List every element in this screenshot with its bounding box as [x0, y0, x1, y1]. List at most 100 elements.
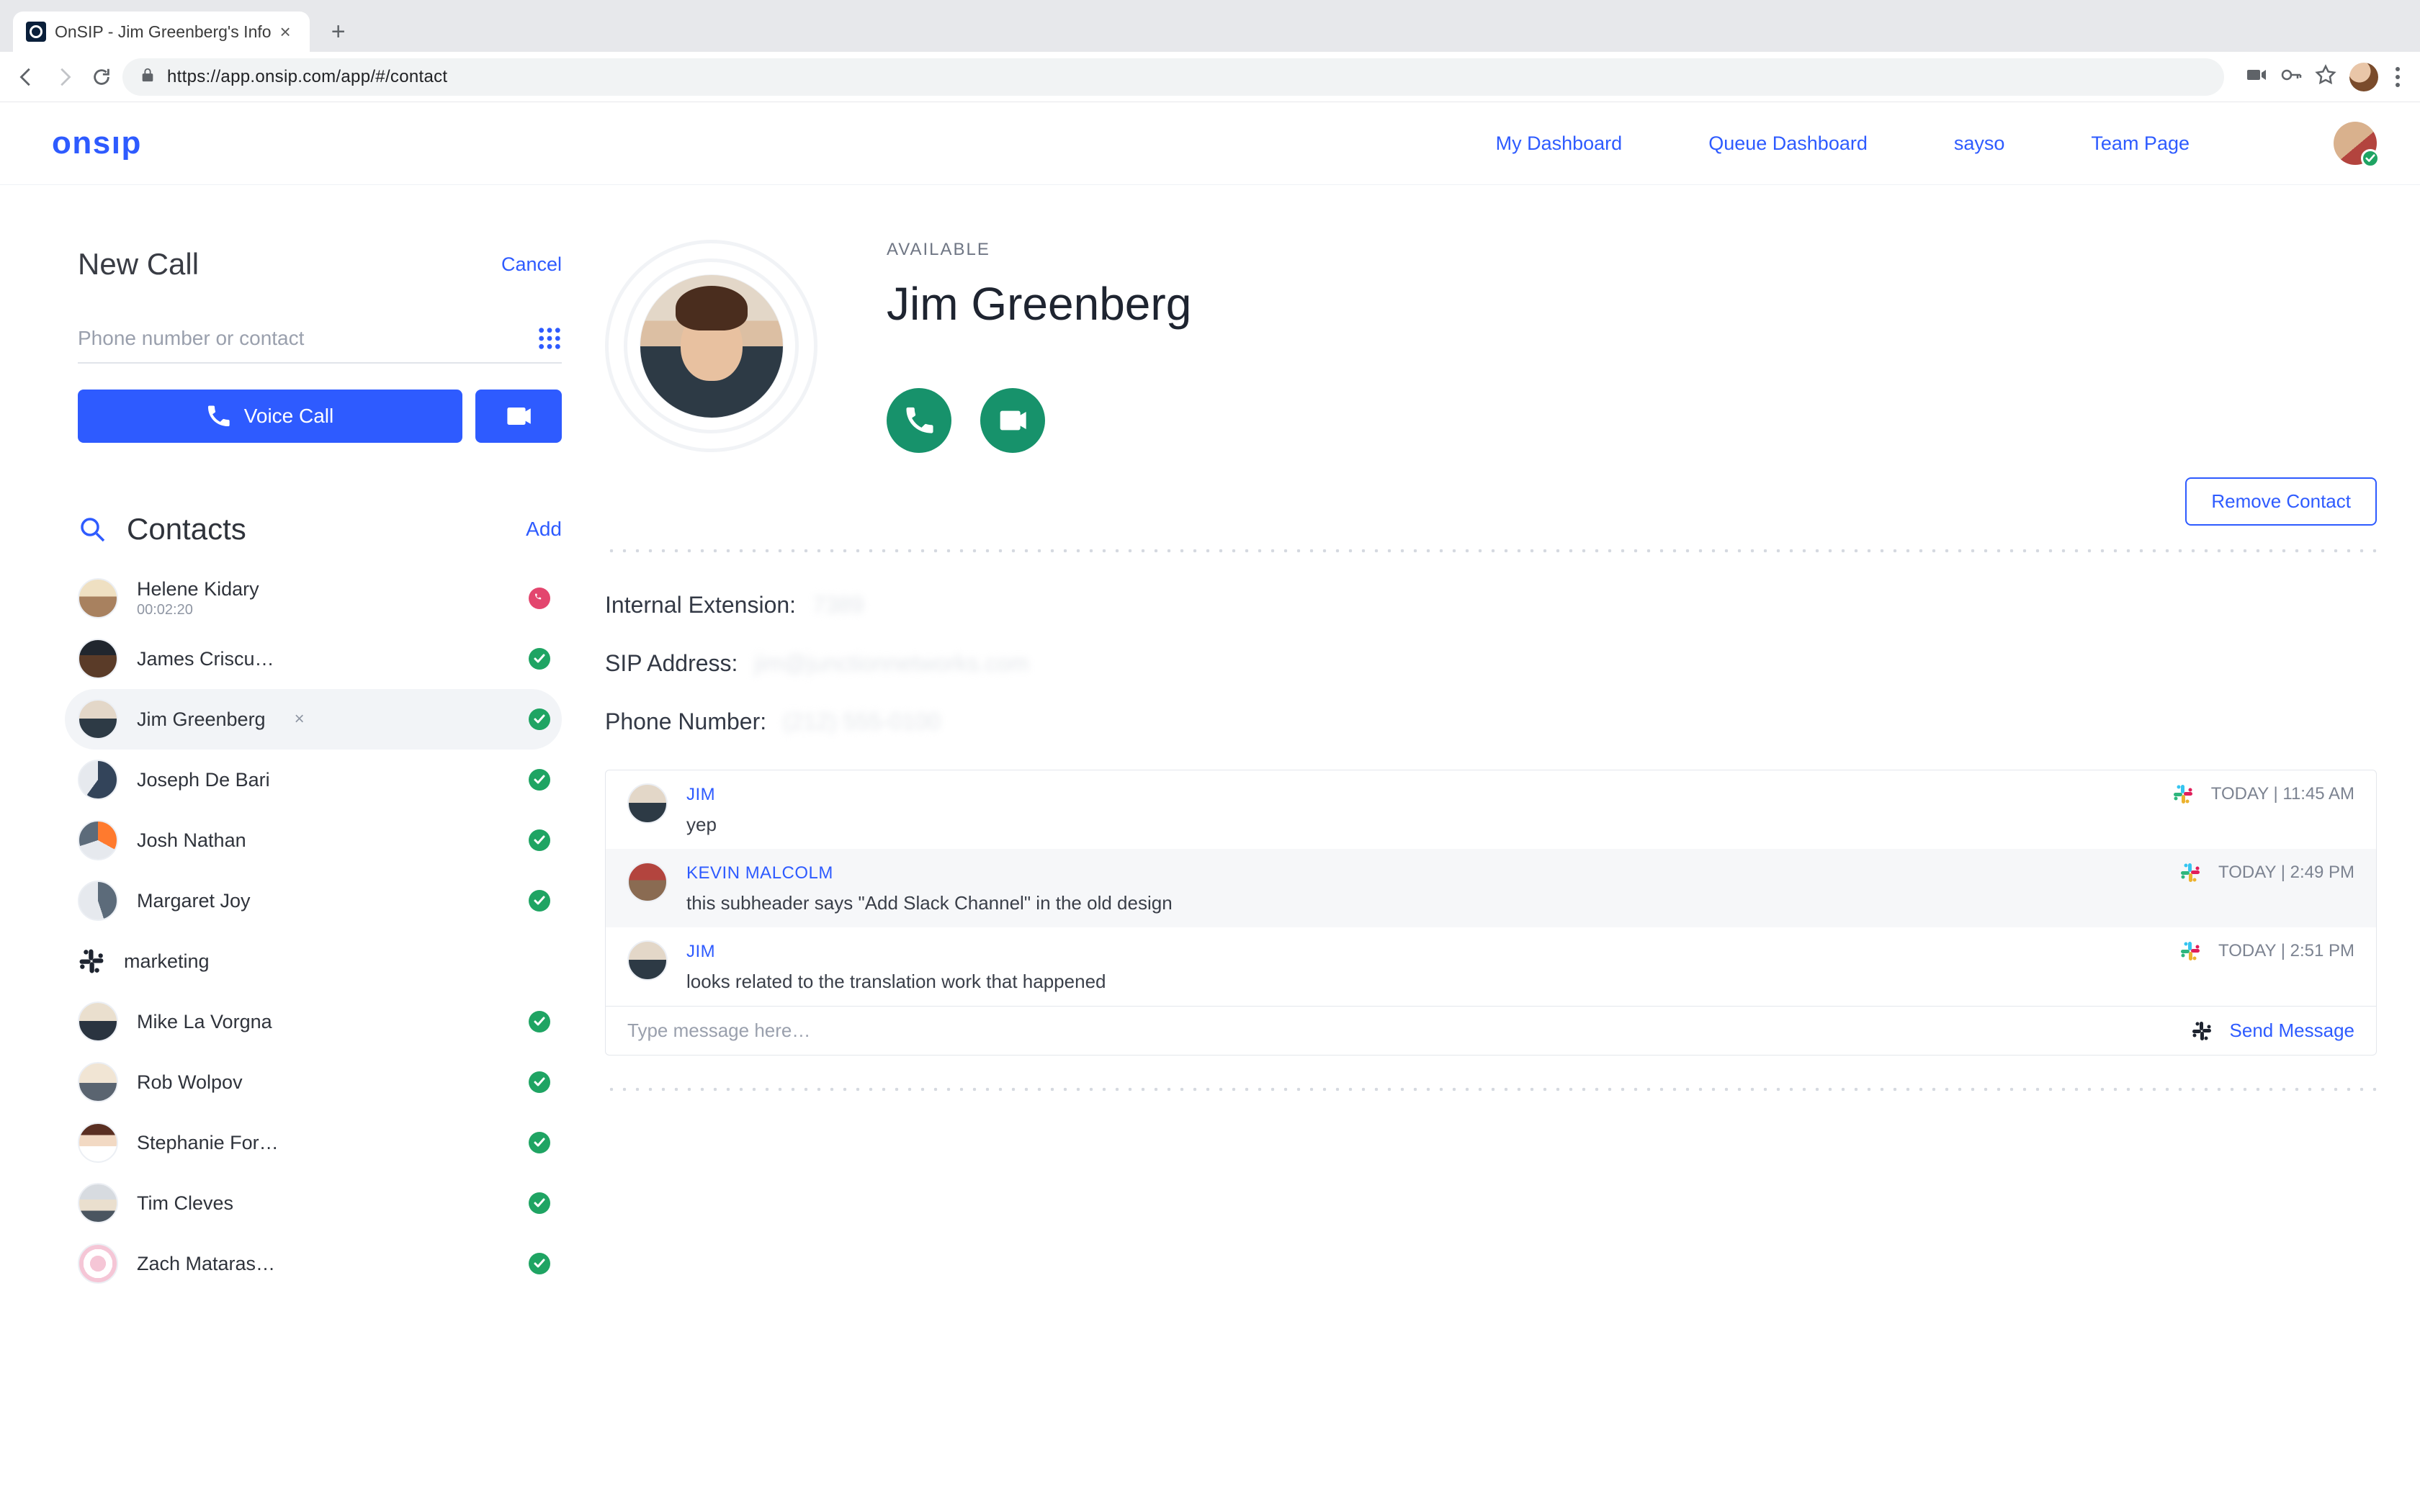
bookmark-star-icon[interactable]: [2315, 64, 2336, 89]
contact-row[interactable]: James Criscu…: [78, 629, 562, 689]
internal-extension-value: 7389: [812, 592, 864, 618]
url-text: https://app.onsip.com/app/#/contact: [167, 67, 447, 87]
contact-avatar: [78, 1122, 118, 1163]
remove-contact-button[interactable]: Remove Contact: [2185, 477, 2377, 526]
new-call-cancel[interactable]: Cancel: [501, 253, 562, 276]
contact-name: Rob Wolpov: [137, 1071, 243, 1094]
camera-icon[interactable]: [2246, 64, 2267, 89]
presence-icon: [529, 1132, 550, 1153]
profile-avatar: [640, 274, 784, 418]
contact-name: Helene Kidary: [137, 578, 259, 600]
message-text: this subheader says "Add Slack Channel" …: [686, 892, 2161, 914]
voice-call-label: Voice Call: [244, 405, 334, 428]
presence-icon: [529, 769, 550, 791]
contact-row[interactable]: Jim Greenberg ×: [65, 689, 562, 750]
presence-icon: [529, 1192, 550, 1214]
contact-row[interactable]: Rob Wolpov: [78, 1052, 562, 1112]
profile-video-button[interactable]: [980, 388, 1045, 453]
chrome-profile-avatar[interactable]: [2349, 63, 2378, 91]
phone-contact-input[interactable]: [78, 327, 465, 350]
video-call-button[interactable]: [475, 390, 562, 443]
nav-forward-button[interactable]: [48, 60, 81, 94]
message-time: TODAY | 11:45 AM: [2211, 784, 2354, 804]
nav-reload-button[interactable]: [85, 60, 118, 94]
availability-label: AVAILABLE: [887, 240, 2377, 260]
profile-avatar-ring: [605, 240, 817, 452]
contacts-add-button[interactable]: Add: [526, 518, 562, 541]
new-tab-button[interactable]: +: [321, 14, 356, 49]
slack-icon[interactable]: [2191, 1020, 2213, 1042]
presence-icon: [529, 708, 550, 730]
current-user-avatar[interactable]: [2334, 122, 2377, 165]
slack-icon: [2179, 862, 2201, 883]
sip-address-value: jim@junctionnetworks.com: [754, 650, 1028, 676]
lock-icon: [140, 67, 156, 87]
new-call-title: New Call: [78, 247, 199, 282]
slack-icon: [2179, 940, 2201, 962]
video-icon: [998, 406, 1027, 435]
contact-row[interactable]: Joseph De Bari: [78, 750, 562, 810]
contact-name: Stephanie For…: [137, 1132, 279, 1154]
brand-logo[interactable]: onsıp: [52, 125, 142, 161]
contact-avatar: [78, 760, 118, 800]
contacts-search-icon[interactable]: [78, 515, 107, 544]
contact-row[interactable]: Tim Cleves: [78, 1173, 562, 1233]
browser-tab[interactable]: OnSIP - Jim Greenberg's Info ×: [13, 12, 310, 52]
contact-row[interactable]: Zach Mataras…: [78, 1233, 562, 1294]
message-row: JIM yep TODAY | 11:45 AM: [606, 770, 2376, 849]
presence-icon: [529, 648, 550, 670]
slack-icon: [2172, 783, 2194, 805]
contact-row[interactable]: Stephanie For…: [78, 1112, 562, 1173]
message-time: TODAY | 2:49 PM: [2218, 863, 2354, 883]
message-panel: JIM yep TODAY | 11:45 AM KEVIN MALCOLM t…: [605, 770, 2377, 1056]
top-nav: My Dashboard Queue Dashboard sayso Team …: [1496, 122, 2377, 165]
contact-row[interactable]: Josh Nathan: [78, 810, 562, 870]
contact-row[interactable]: Margaret Joy: [78, 870, 562, 931]
contact-name: Jim Greenberg: [137, 708, 266, 731]
dialpad-icon[interactable]: [537, 326, 562, 351]
chrome-menu-icon[interactable]: [2391, 63, 2404, 91]
nav-sayso[interactable]: sayso: [1954, 132, 2005, 155]
contact-row[interactable]: Mike La Vorgna: [78, 991, 562, 1052]
send-message-button[interactable]: Send Message: [2230, 1020, 2354, 1042]
message-sender: JIM: [686, 942, 2161, 962]
phone-icon: [905, 406, 933, 435]
contact-list: Helene Kidary 00:02:20 James Criscu… Jim…: [78, 568, 562, 1294]
profile-call-button[interactable]: [887, 388, 951, 453]
contact-avatar: [78, 639, 118, 679]
voice-call-button[interactable]: Voice Call: [78, 390, 462, 443]
tab-close-icon[interactable]: ×: [280, 22, 291, 41]
browser-tab-strip: OnSIP - Jim Greenberg's Info × +: [0, 0, 2420, 52]
contact-avatar: [78, 1243, 118, 1284]
divider: [605, 1087, 2377, 1092]
address-bar[interactable]: https://app.onsip.com/app/#/contact: [122, 58, 2224, 96]
contact-row[interactable]: marketing: [78, 931, 562, 991]
sidebar: New Call Cancel Voice Call: [0, 185, 591, 1512]
internal-extension-row: Internal Extension: 7389: [605, 592, 2377, 618]
sip-address-label: SIP Address:: [605, 650, 738, 676]
presence-icon: [529, 890, 550, 912]
phone-number-label: Phone Number:: [605, 708, 766, 734]
tab-title: OnSIP - Jim Greenberg's Info: [55, 22, 272, 42]
presence-icon: [529, 588, 550, 609]
nav-team-page[interactable]: Team Page: [2091, 132, 2190, 155]
contact-row[interactable]: Helene Kidary 00:02:20: [78, 568, 562, 629]
contact-name: marketing: [124, 950, 210, 973]
contact-name: Tim Cleves: [137, 1192, 233, 1215]
app-header: onsıp My Dashboard Queue Dashboard sayso…: [0, 102, 2420, 185]
nav-my-dashboard[interactable]: My Dashboard: [1496, 132, 1623, 155]
close-icon[interactable]: ×: [295, 709, 305, 729]
message-avatar: [627, 862, 668, 902]
presence-badge: [2361, 149, 2380, 168]
message-avatar: [627, 940, 668, 981]
compose-input[interactable]: [627, 1020, 2174, 1042]
phone-icon: [207, 405, 230, 428]
key-icon[interactable]: [2280, 64, 2302, 89]
nav-back-button[interactable]: [10, 60, 43, 94]
video-icon: [506, 403, 532, 429]
presence-icon: [529, 829, 550, 851]
contact-avatar: [78, 699, 118, 739]
contacts-title: Contacts: [127, 512, 246, 546]
nav-queue-dashboard[interactable]: Queue Dashboard: [1708, 132, 1868, 155]
dial-input-row: [78, 326, 562, 364]
